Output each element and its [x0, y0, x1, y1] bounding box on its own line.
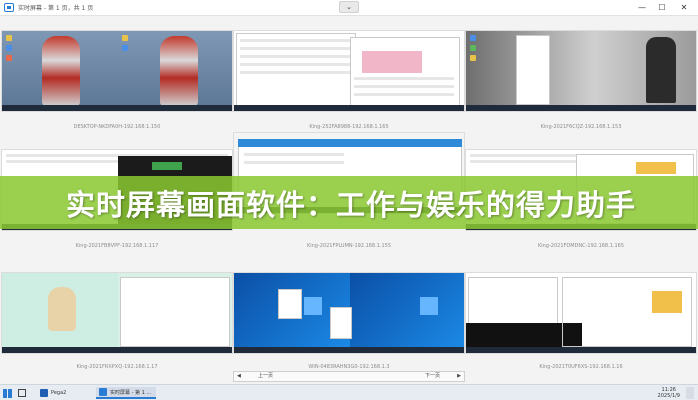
- tile-caption: King-2021FDMDNC-192.168.1.165: [537, 243, 625, 249]
- task-view-icon: [18, 389, 26, 397]
- window-title: 实时屏幕 - 第 1 页，共 1 页: [18, 5, 94, 12]
- app-icon: [40, 389, 48, 397]
- taskbar-app-label: 实时屏幕 - 第 1 ...: [110, 389, 152, 396]
- mini-taskbar: [466, 347, 696, 353]
- dialog-window: [278, 289, 302, 319]
- windows-start-icon: [3, 389, 12, 398]
- realtime-screen-window: 实时屏幕 - 第 1 页，共 1 页 ⌄ — ☐ ✕ DESKTOP-NKDFA…: [0, 0, 698, 400]
- tile-caption: King-2021FRXPXQ-192.168.1.17: [76, 364, 158, 370]
- tile-caption: King-2021T0UF6XS-192.168.1.16: [539, 364, 623, 370]
- prev-arrow-icon[interactable]: ◀: [237, 372, 241, 381]
- desktop-icon: [6, 35, 12, 41]
- show-desktop-button[interactable]: [686, 387, 694, 399]
- clock-date: 2025/1/9: [657, 393, 680, 399]
- task-view-button[interactable]: [18, 387, 28, 399]
- mini-taskbar: [234, 105, 464, 111]
- figure-image: [160, 36, 198, 106]
- app-window: [120, 277, 230, 347]
- desktop-wallpaper: [350, 273, 464, 349]
- desktop-icon: [6, 55, 12, 61]
- taskbar: Pega2 实时屏幕 - 第 1 ... 11:26 2025/1/9: [0, 384, 698, 400]
- desktop-icon: [470, 45, 476, 51]
- dialog-window: [330, 307, 352, 339]
- figure-image: [42, 36, 80, 106]
- desktop-wallpaper: [2, 31, 232, 107]
- collapse-toolbar-button[interactable]: ⌄: [339, 1, 359, 13]
- desktop-icon: [6, 45, 12, 51]
- chat-window: [516, 35, 550, 105]
- desktop-icon: [122, 35, 128, 41]
- desktop-icon: [470, 35, 476, 41]
- tile-caption: WIN-0483RAHN3G0-192.168.1.3: [308, 364, 390, 370]
- title-bar: 实时屏幕 - 第 1 页，共 1 页 ⌄ — ☐ ✕: [0, 0, 698, 16]
- tile-caption: King-252FA8988-192.168.1.165: [309, 124, 389, 130]
- windows-logo: [304, 297, 322, 315]
- app-window: [562, 277, 692, 347]
- headline-banner: 实时屏幕画面软件：工作与娱乐的得力助手: [0, 176, 698, 229]
- start-button[interactable]: [3, 387, 13, 399]
- next-arrow-icon[interactable]: ▶: [457, 372, 461, 381]
- window-header: [238, 139, 462, 147]
- spreadsheet-window: [236, 33, 356, 107]
- headline-text: 实时屏幕画面软件：工作与娱乐的得力助手: [66, 187, 637, 222]
- taskbar-app-realtime[interactable]: 实时屏幕 - 第 1 ...: [96, 387, 156, 399]
- maximize-button[interactable]: ☐: [652, 0, 672, 16]
- mini-taskbar: [466, 105, 696, 111]
- screen-tile[interactable]: [233, 30, 465, 112]
- screen-tile[interactable]: [465, 30, 697, 112]
- highlight-block: [362, 51, 422, 73]
- taskbar-app-pega[interactable]: Pega2: [40, 387, 86, 399]
- screen-tile[interactable]: [233, 272, 465, 354]
- pager: ◀ 上一页 下一页 ▶: [233, 371, 465, 382]
- minimize-button[interactable]: —: [632, 0, 652, 16]
- app-icon: [4, 3, 14, 12]
- tile-caption: King-2021FB8VPF-192.168.1.117: [75, 243, 159, 249]
- tile-caption: King-2021F6CQZ-192.168.1.153: [540, 124, 622, 130]
- mini-taskbar: [2, 347, 232, 353]
- mini-taskbar: [234, 347, 464, 353]
- desktop-icon: [122, 45, 128, 51]
- tile-caption: DESKTOP-NKDFA0H-192.168.1.150: [73, 124, 161, 130]
- system-clock[interactable]: 11:26 2025/1/9: [658, 387, 680, 399]
- app-icon: [99, 388, 107, 396]
- screen-tile[interactable]: [465, 272, 697, 354]
- tile-caption: King-2021FPLUMN-192.168.1.155: [306, 243, 392, 249]
- app-window: [468, 277, 558, 325]
- figure-image: [646, 37, 676, 103]
- prev-page-button[interactable]: 上一页: [258, 372, 273, 381]
- figure-image: [48, 287, 76, 331]
- mini-taskbar: [2, 105, 232, 111]
- next-page-button[interactable]: 下一页: [425, 372, 440, 381]
- screen-tile[interactable]: [1, 30, 233, 112]
- screen-tile[interactable]: [1, 272, 233, 354]
- windows-logo: [420, 297, 438, 315]
- taskbar-app-label: Pega2: [51, 390, 67, 396]
- desktop-icon: [470, 55, 476, 61]
- close-button[interactable]: ✕: [674, 0, 694, 16]
